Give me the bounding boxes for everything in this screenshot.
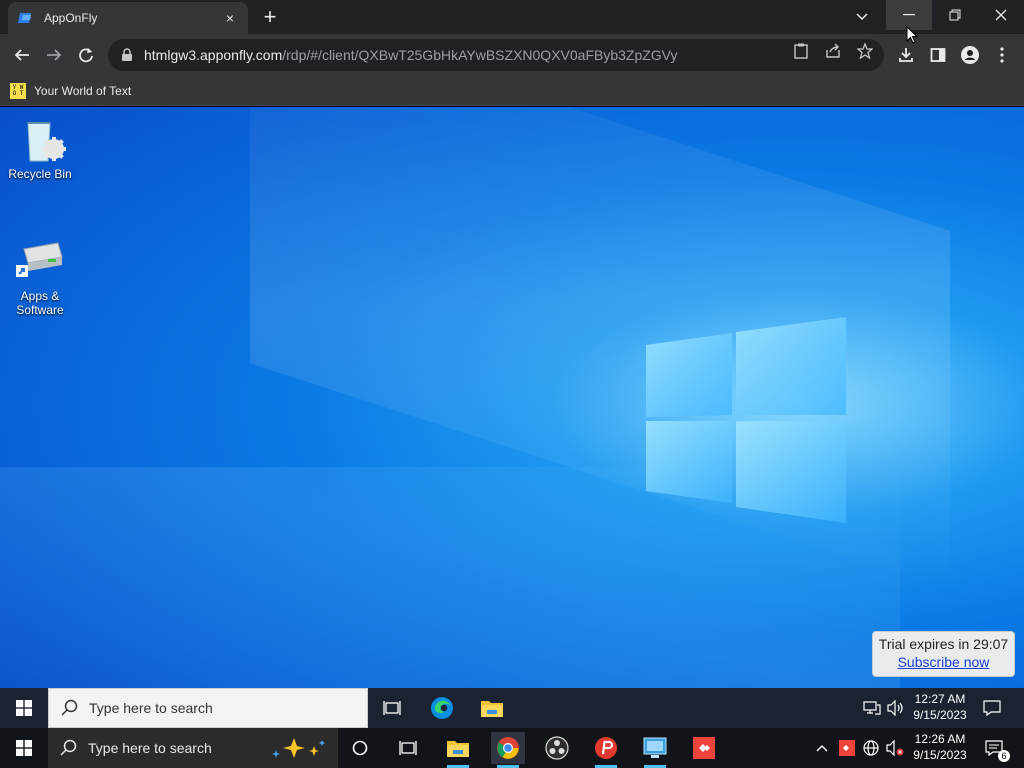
address-bar[interactable]: htmlgw3.apponfly.com/rdp/#/client/QXBwT2…: [108, 39, 884, 71]
anydesk-tray-icon[interactable]: [837, 738, 857, 758]
local-search-placeholder: Type here to search: [88, 740, 212, 756]
anydesk-icon[interactable]: [687, 732, 721, 764]
bookmarks-bar: Y W O T Your World of Text: [0, 76, 1024, 106]
trial-notice: Trial expires in 29:07 Subscribe now: [872, 631, 1015, 677]
remote-network-icon[interactable]: [862, 698, 882, 718]
obs-studio-icon[interactable]: [540, 732, 574, 764]
remote-file-explorer-icon[interactable]: [476, 692, 508, 724]
search-highlight-sparkle-icon: [272, 738, 325, 758]
url-text: htmlgw3.apponfly.com/rdp/#/client/QXBwT2…: [144, 47, 678, 63]
remote-search-box[interactable]: Type here to search: [48, 688, 368, 728]
remote-desktop-app-icon[interactable]: [638, 732, 672, 768]
desktop-icon-label: Recycle Bin: [8, 167, 72, 181]
remote-desktop[interactable]: Recycle Bin Apps & Software Trial expire…: [0, 107, 1024, 768]
globe-network-icon[interactable]: [861, 738, 881, 758]
subscribe-now-link[interactable]: Subscribe now: [873, 654, 1014, 670]
notification-count-badge: 6: [998, 750, 1010, 762]
search-icon: [60, 739, 77, 756]
local-time: 12:26 AM: [914, 732, 966, 746]
browser-toolbar: htmlgw3.apponfly.com/rdp/#/client/QXBwT2…: [0, 34, 1024, 76]
local-start-button[interactable]: [0, 728, 48, 768]
browser-tab-strip: AppOnFly × +: [0, 0, 1024, 34]
bookmark-star-icon[interactable]: [856, 42, 874, 60]
remote-taskbar: Type here to search 12:27 AM 9/15/2023: [0, 688, 1024, 728]
remote-start-button[interactable]: [0, 688, 48, 728]
bookmark-your-world-of-text[interactable]: Y W O T Your World of Text: [10, 80, 131, 102]
local-chrome-icon[interactable]: [491, 732, 525, 768]
apponfly-favicon-icon: [18, 13, 31, 23]
reload-icon[interactable]: [72, 41, 100, 69]
forward-arrow-icon[interactable]: [40, 41, 68, 69]
remote-edge-icon[interactable]: [426, 692, 458, 724]
recycle-bin-icon: [27, 122, 66, 162]
ywot-favicon-icon: Y W O T: [10, 83, 26, 99]
kebab-menu-icon[interactable]: [988, 41, 1016, 69]
profile-avatar-icon[interactable]: [956, 41, 984, 69]
bookmark-label: Your World of Text: [34, 84, 132, 98]
psiphon-icon[interactable]: [589, 732, 623, 768]
local-notification-icon[interactable]: 6: [982, 736, 1010, 762]
download-icon[interactable]: [892, 41, 920, 69]
tab-search-chevron-icon[interactable]: [850, 6, 874, 28]
desktop-icon-apps-software[interactable]: Apps & Software: [2, 239, 78, 317]
local-task-view-icon[interactable]: [391, 732, 425, 764]
back-arrow-icon[interactable]: [8, 41, 36, 69]
desktop-icon-recycle-bin[interactable]: Recycle Bin: [2, 117, 78, 181]
trial-expiry-text: Trial expires in 29:07: [878, 636, 1009, 652]
search-icon: [61, 699, 78, 716]
remote-task-view-icon[interactable]: [376, 692, 408, 724]
remote-notification-icon[interactable]: [980, 696, 1004, 720]
windows-start-icon: [16, 740, 32, 756]
local-clock[interactable]: 12:26 AM 9/15/2023: [908, 731, 972, 763]
browser-tab[interactable]: AppOnFly ×: [8, 2, 248, 34]
windows-start-icon: [16, 700, 32, 716]
lock-icon[interactable]: [120, 48, 134, 62]
remote-clock[interactable]: 12:27 AM 9/15/2023: [908, 691, 972, 723]
window-close-button[interactable]: [978, 0, 1024, 30]
show-hidden-icons-chevron-icon[interactable]: [812, 738, 832, 758]
volume-muted-icon[interactable]: [885, 738, 905, 758]
window-restore-button[interactable]: [932, 0, 978, 30]
side-panel-icon[interactable]: [924, 41, 952, 69]
local-date: 9/15/2023: [913, 748, 967, 762]
new-tab-button[interactable]: +: [256, 4, 284, 30]
remote-volume-icon[interactable]: [886, 698, 906, 718]
tab-title: AppOnFly: [44, 11, 98, 25]
tab-close-icon[interactable]: ×: [222, 10, 238, 26]
clipboard-icon[interactable]: [792, 42, 810, 60]
local-search-box[interactable]: Type here to search: [48, 728, 338, 768]
apps-software-icon: [16, 242, 63, 277]
local-taskbar: Type here to search 12:26 AM 9/15/2023 6: [0, 728, 1024, 768]
remote-time: 12:27 AM: [914, 692, 966, 706]
desktop-icon-label: Apps & Software: [16, 289, 64, 317]
cortana-icon[interactable]: [343, 732, 377, 764]
remote-date: 9/15/2023: [913, 708, 967, 722]
windows-logo-wallpaper: [646, 317, 846, 523]
share-icon[interactable]: [824, 42, 842, 60]
mouse-cursor-icon: [906, 26, 918, 44]
remote-search-placeholder: Type here to search: [89, 700, 213, 716]
local-file-explorer-icon[interactable]: [441, 732, 475, 768]
